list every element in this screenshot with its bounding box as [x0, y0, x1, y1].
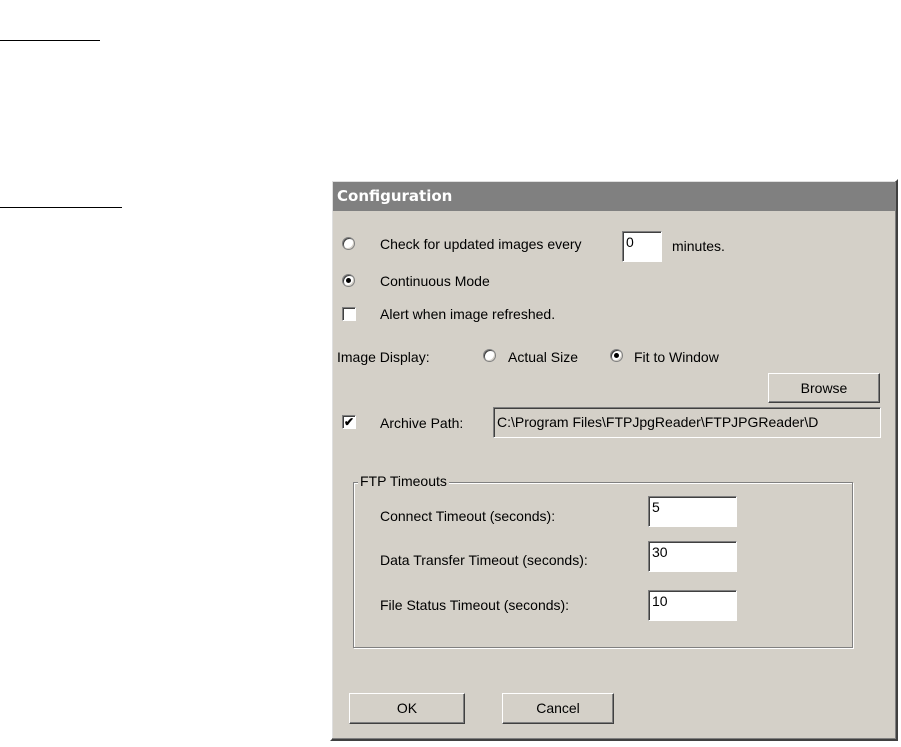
dialog-title: Configuration [333, 182, 895, 211]
fit-to-window-radio[interactable] [610, 349, 623, 362]
ok-button[interactable]: OK [349, 693, 465, 724]
check-updates-label: Check for updated images every [380, 236, 582, 252]
actual-size-radio[interactable] [483, 349, 496, 362]
archive-path-field[interactable]: C:\Program Files\FTPJpgReader\FTPJPGRead… [493, 407, 881, 438]
check-updates-radio[interactable] [342, 237, 355, 250]
background-underline-middle [0, 207, 122, 208]
browse-button[interactable]: Browse [768, 373, 880, 403]
connect-timeout-input[interactable]: 5 [648, 496, 737, 527]
configuration-dialog: Configuration Check for updated images e… [330, 179, 898, 741]
continuous-mode-label: Continuous Mode [380, 273, 490, 289]
file-status-timeout-label: File Status Timeout (seconds): [380, 597, 570, 613]
archive-path-label: Archive Path: [380, 415, 464, 431]
alert-refresh-checkbox[interactable] [342, 307, 356, 321]
minutes-label: minutes. [672, 238, 725, 254]
data-transfer-timeout-label: Data Transfer Timeout (seconds): [380, 552, 588, 568]
file-status-timeout-input[interactable]: 10 [648, 590, 737, 621]
radio-selected-dot [614, 353, 619, 358]
background-underline-top [0, 40, 100, 41]
alert-refresh-label: Alert when image refreshed. [380, 306, 556, 322]
archive-path-checkbox[interactable]: ✔ [342, 415, 356, 429]
cancel-button[interactable]: Cancel [502, 693, 614, 724]
actual-size-label: Actual Size [508, 349, 579, 365]
image-display-label: Image Display: [337, 349, 430, 365]
ftp-timeouts-title: FTP Timeouts [358, 473, 449, 489]
radio-selected-dot [346, 278, 351, 283]
connect-timeout-label: Connect Timeout (seconds): [380, 508, 556, 524]
fit-to-window-label: Fit to Window [634, 349, 719, 365]
data-transfer-timeout-input[interactable]: 30 [648, 541, 737, 572]
update-minutes-input[interactable]: 0 [622, 231, 662, 262]
continuous-mode-radio[interactable] [342, 274, 355, 287]
